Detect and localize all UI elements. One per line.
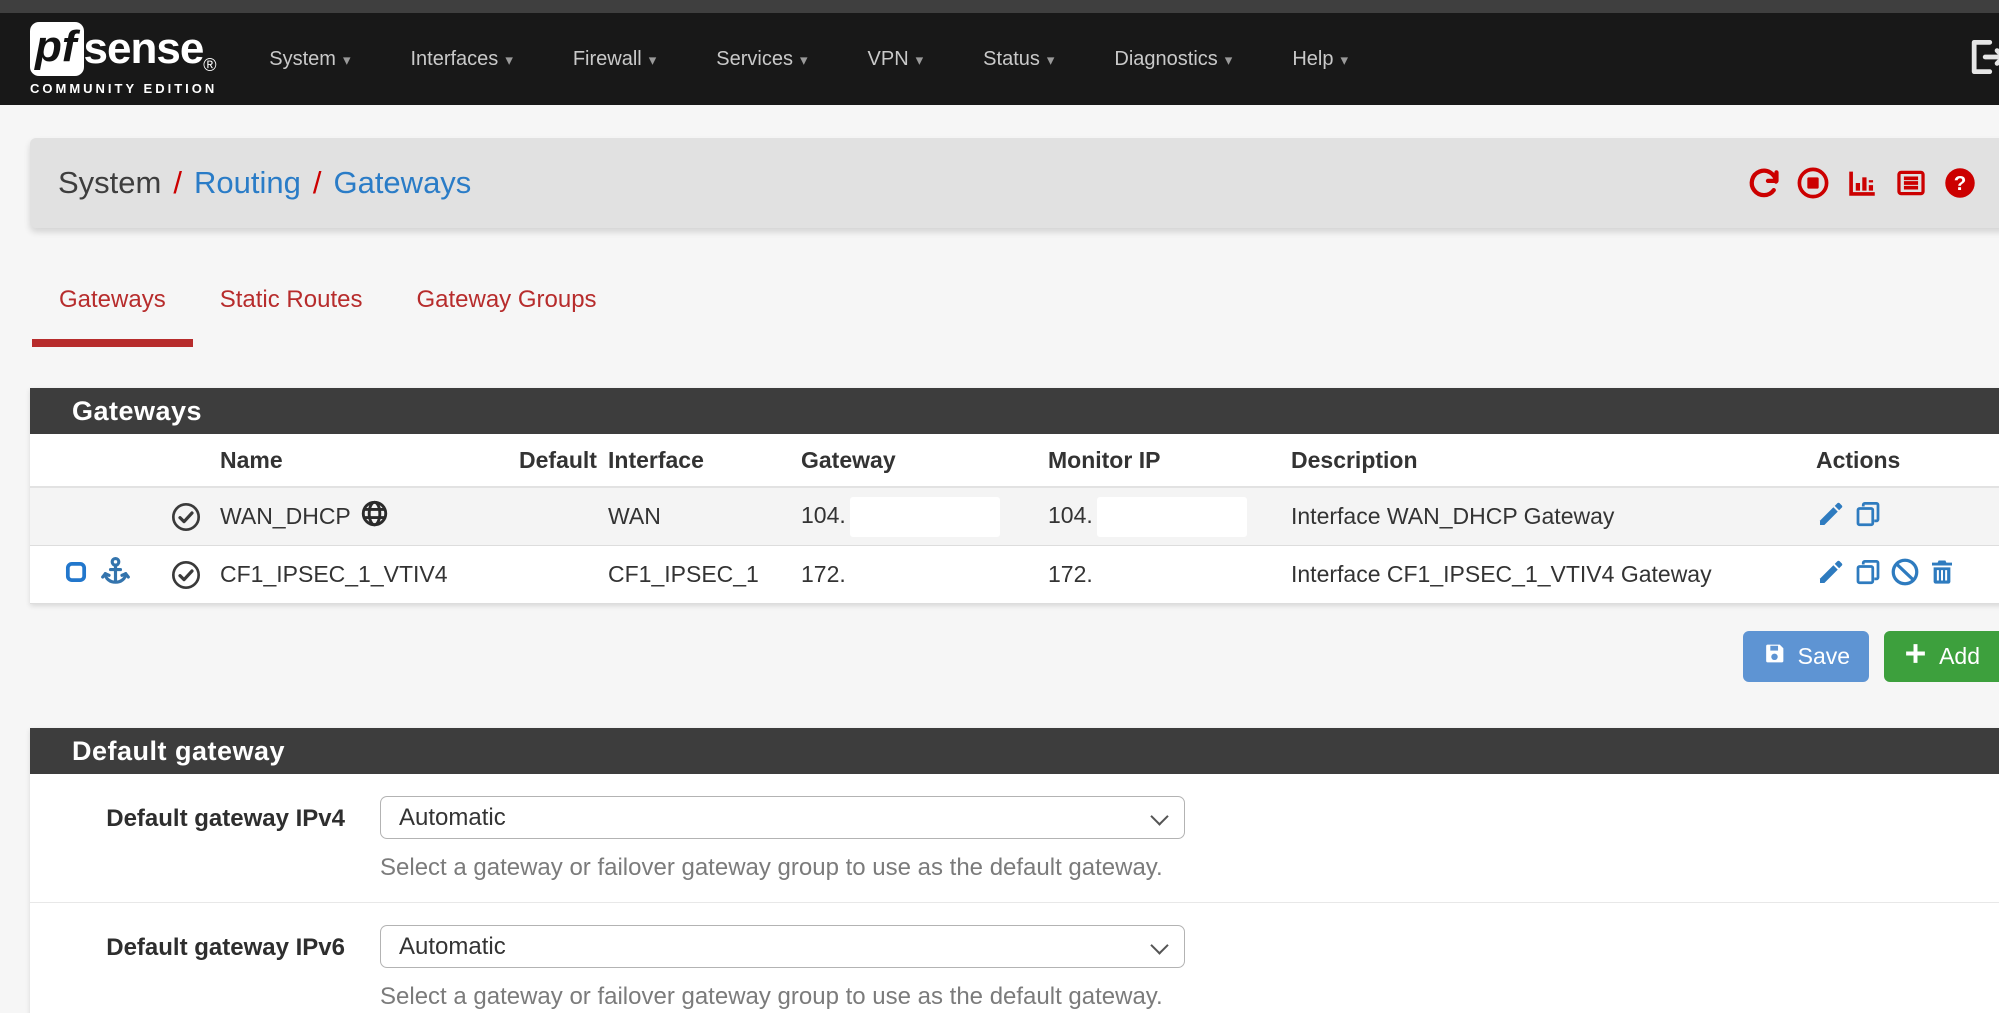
nav-item-services[interactable]: Services▾ (716, 48, 807, 71)
main-navbar: pfsense® COMMUNITY EDITION System▾ Inter… (0, 13, 1999, 105)
gateway-description: Interface CF1_IPSEC_1_VTIV4 Gateway (1291, 561, 1816, 588)
col-header-gateway: Gateway (801, 447, 1048, 474)
default-gateway-ipv6-select[interactable]: Automatic (380, 925, 1185, 968)
default-gateway-ipv4-label: Default gateway IPv4 (30, 796, 345, 882)
nav-item-help[interactable]: Help▾ (1292, 48, 1348, 71)
bar-chart-icon[interactable] (1845, 166, 1879, 200)
nav-item-system[interactable]: System▾ (269, 48, 350, 71)
chevron-down-icon: ▾ (1225, 52, 1233, 69)
breadcrumb-bar: System / Routing / Gateways ? (30, 138, 1999, 228)
breadcrumb-routing[interactable]: Routing (194, 165, 301, 201)
globe-icon (360, 499, 389, 534)
redaction-box (1097, 497, 1247, 537)
tab-gateway-groups[interactable]: Gateway Groups (389, 286, 623, 347)
floppy-save-icon (1762, 641, 1787, 672)
gateway-name: WAN_DHCP (220, 503, 351, 530)
window-top-strip (0, 0, 1999, 13)
pfsense-logo[interactable]: pfsense® COMMUNITY EDITION (30, 22, 217, 96)
copy-icon[interactable] (1853, 499, 1883, 535)
breadcrumb-separator: / (313, 165, 322, 201)
chevron-down-icon: ▾ (505, 52, 513, 69)
tab-gateways[interactable]: Gateways (32, 286, 193, 347)
check-circle-icon (152, 559, 220, 591)
routing-tabs: Gateways Static Routes Gateway Groups (32, 286, 1999, 347)
chevron-down-icon: ▾ (1047, 52, 1055, 69)
table-row-wan-dhcp: WAN_DHCP WAN 104. 104. Interface WAN_DHC… (30, 488, 1999, 546)
sign-out-icon[interactable] (1965, 35, 1999, 84)
gateways-panel: Gateways Name Default Interface Gateway … (30, 388, 1999, 604)
nav-item-diagnostics[interactable]: Diagnostics▾ (1114, 48, 1232, 71)
help-circle-icon[interactable]: ? (1943, 166, 1977, 200)
pfsense-logo-reg: ® (203, 55, 216, 76)
chevron-down-icon: ▾ (916, 52, 924, 69)
chevron-down-icon: ▾ (800, 52, 808, 69)
check-circle-icon (152, 501, 220, 533)
default-gateway-panel-title: Default gateway (30, 728, 1999, 774)
gateway-address: 104. (801, 502, 846, 528)
stop-circle-icon[interactable] (1796, 166, 1830, 200)
ban-icon[interactable] (1890, 557, 1920, 593)
square-outline-icon[interactable] (62, 558, 90, 592)
field-default-gateway-ipv6: Default gateway IPv6 Automatic Select a … (30, 902, 1999, 1013)
pfsense-logo-tagline: COMMUNITY EDITION (30, 81, 217, 96)
col-header-monitor-ip: Monitor IP (1048, 447, 1291, 474)
col-header-description: Description (1291, 447, 1816, 474)
default-gateway-ipv4-help: Select a gateway or failover gateway gro… (380, 854, 1185, 882)
gateway-address: 172. (801, 561, 846, 587)
gateway-monitor-ip: 104. (1048, 502, 1093, 528)
edit-pencil-icon[interactable] (1816, 557, 1846, 593)
anchor-icon[interactable] (99, 555, 132, 594)
svg-text:?: ? (1954, 172, 1967, 195)
pfsense-logo-pf: pf (30, 22, 84, 76)
redaction-box (850, 497, 1000, 537)
chevron-down-icon: ▾ (343, 52, 351, 69)
gateway-description: Interface WAN_DHCP Gateway (1291, 503, 1816, 530)
chevron-down-icon (1150, 807, 1168, 825)
col-header-name: Name (220, 447, 508, 474)
gateway-monitor-ip: 172. (1048, 561, 1093, 587)
breadcrumb-separator: / (173, 165, 182, 201)
breadcrumb-system: System (58, 165, 161, 201)
nav-item-vpn[interactable]: VPN▾ (868, 48, 924, 71)
page-action-icons: ? (1747, 166, 1977, 200)
nav-menu: System▾ Interfaces▾ Firewall▾ Services▾ … (269, 48, 1348, 71)
copy-icon[interactable] (1853, 557, 1883, 593)
chevron-down-icon: ▾ (649, 52, 657, 69)
table-row-cf1-ipsec: CF1_IPSEC_1_VTIV4 CF1_IPSEC_1 172. 172. … (30, 546, 1999, 604)
col-header-default: Default (508, 447, 608, 474)
breadcrumb-gateways[interactable]: Gateways (333, 165, 471, 201)
field-default-gateway-ipv4: Default gateway IPv4 Automatic Select a … (30, 774, 1999, 902)
tab-static-routes[interactable]: Static Routes (193, 286, 390, 347)
col-header-actions: Actions (1816, 447, 1999, 474)
nav-item-interfaces[interactable]: Interfaces▾ (410, 48, 512, 71)
col-header-interface: Interface (608, 447, 801, 474)
default-gateway-ipv4-select[interactable]: Automatic (380, 796, 1185, 839)
save-button[interactable]: Save (1743, 631, 1869, 682)
gateways-table-header: Name Default Interface Gateway Monitor I… (30, 434, 1999, 488)
default-gateway-ipv6-label: Default gateway IPv6 (30, 925, 345, 1011)
chevron-down-icon: ▾ (1340, 52, 1348, 69)
pfsense-logo-sense: sense (84, 27, 204, 71)
edit-pencil-icon[interactable] (1816, 499, 1846, 535)
table-buttons-row: Save Add (30, 631, 1999, 682)
gateway-interface: CF1_IPSEC_1 (608, 561, 801, 588)
refresh-icon[interactable] (1747, 166, 1781, 200)
trash-icon[interactable] (1927, 557, 1957, 593)
add-button[interactable]: Add (1884, 631, 1999, 682)
chevron-down-icon (1150, 936, 1168, 954)
nav-item-status[interactable]: Status▾ (983, 48, 1054, 71)
plus-icon (1903, 641, 1928, 672)
nav-item-firewall[interactable]: Firewall▾ (573, 48, 656, 71)
default-gateway-panel: Default gateway Default gateway IPv4 Aut… (30, 728, 1999, 1013)
gateway-name: CF1_IPSEC_1_VTIV4 (220, 561, 448, 588)
gateway-interface: WAN (608, 503, 801, 530)
default-gateway-ipv6-help: Select a gateway or failover gateway gro… (380, 983, 1185, 1011)
log-list-icon[interactable] (1894, 166, 1928, 200)
gateways-panel-title: Gateways (30, 388, 1999, 434)
